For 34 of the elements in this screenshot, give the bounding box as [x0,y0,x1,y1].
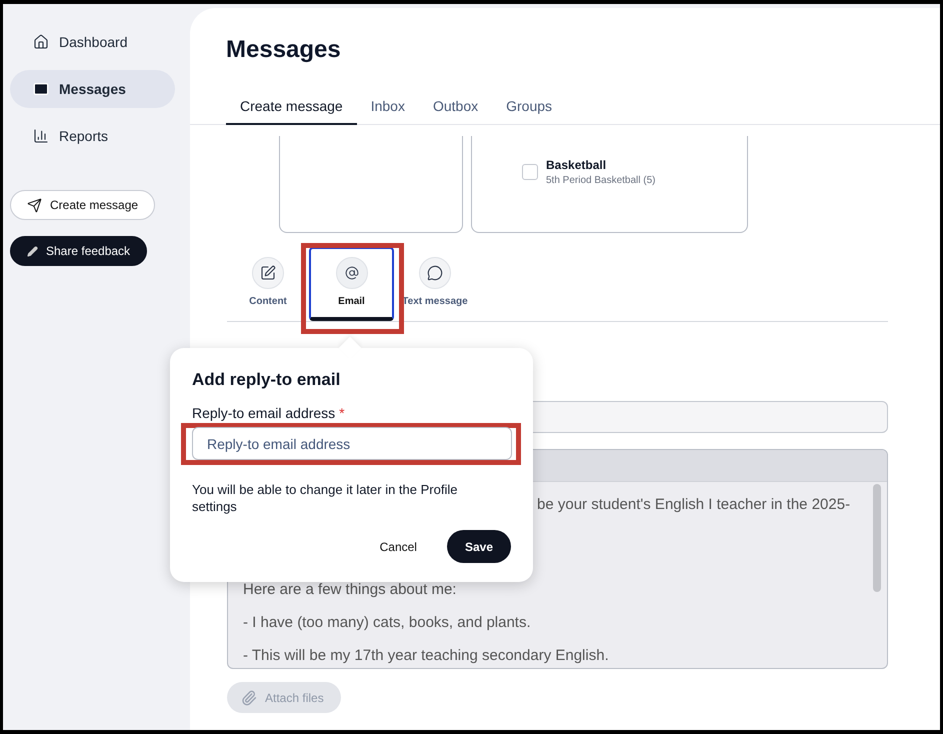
send-icon [27,198,42,212]
paperclip-icon [241,690,257,706]
chat-bubble-icon [419,257,451,289]
nav-item[interactable]: Messages [10,70,175,108]
cancel-button[interactable]: Cancel [366,530,431,563]
scrollbar-thumb[interactable] [873,484,881,592]
label-text: Reply-to email address [192,405,336,421]
required-asterisk: * [339,405,345,421]
channel-tab[interactable]: Text message [400,247,470,321]
channel-tab[interactable]: Content [233,247,303,321]
message-line: be your student's English I teacher in the 2025- [536,496,852,514]
tab[interactable]: Inbox [356,88,419,125]
feedback-button[interactable]: Share feedback [10,236,148,266]
tab[interactable]: Outbox [418,88,492,125]
house-icon [33,34,49,50]
checkbox[interactable] [522,164,538,180]
nav-item[interactable]: Dashboard [10,23,175,61]
group-name: Basketball [546,158,608,172]
group-subtitle: 5th Period Basketball (5) [546,175,656,186]
page-title: Messages [226,36,342,64]
at-sign-icon [336,257,368,289]
message-line: - This will be my 17th year teaching secondary English. [243,647,610,665]
popover-title: Add reply-to email [192,370,342,390]
email-input[interactable]: Reply-to email address [192,427,512,460]
tab[interactable]: Create message [226,88,357,125]
message-line: - I have (too many) cats, books, and plants. [243,614,532,632]
message-line: Here are a few things about me: [243,581,458,599]
nav-item[interactable]: Reports [10,117,175,155]
create-message-button[interactable]: Create message [10,190,156,220]
save-button[interactable]: Save [446,530,511,563]
channel-tab[interactable]: Email [309,247,394,321]
bar-chart-icon [33,128,49,144]
tab[interactable]: Groups [492,88,566,125]
pencil-icon [27,246,38,256]
